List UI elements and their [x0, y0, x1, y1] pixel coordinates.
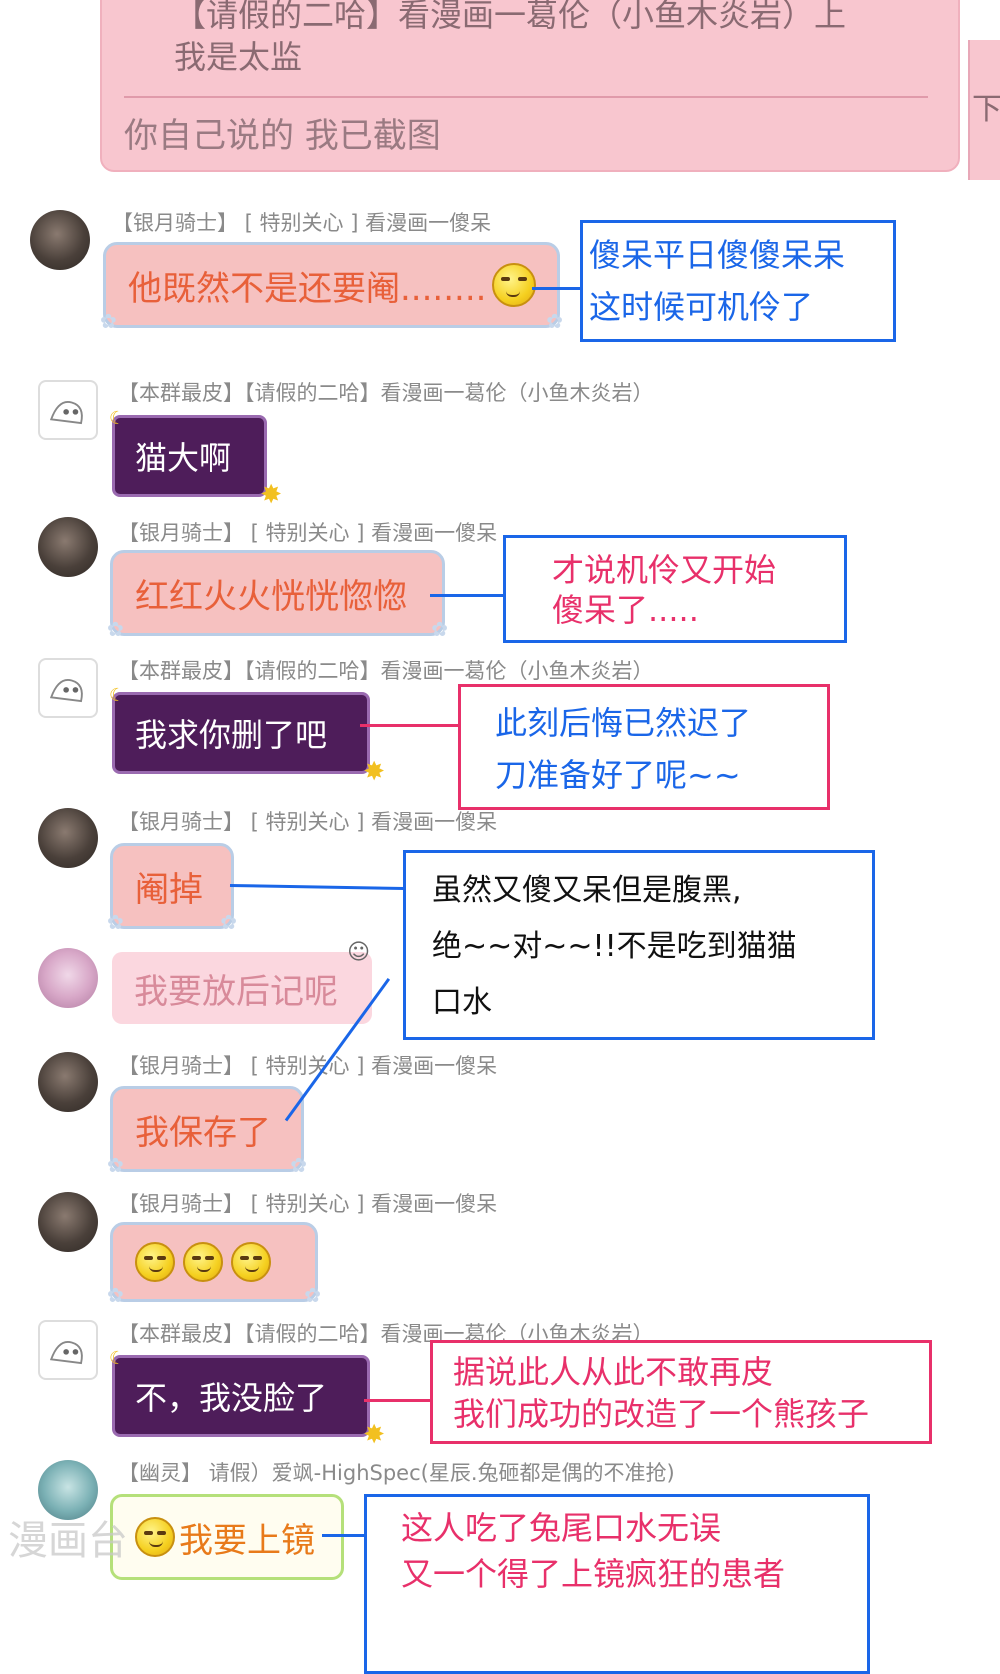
avatar[interactable] — [38, 380, 98, 440]
adjacent-bubble-char: 下 — [972, 92, 1000, 127]
annotation-line: 这时候可机伶了 — [589, 288, 814, 326]
message-text: 不，我没脸了 — [135, 1379, 328, 1417]
sender-name: 【银月骑士】 [ 特别关心 ] 看漫画一傻呆 — [118, 1054, 498, 1078]
avatar[interactable] — [38, 658, 98, 718]
avatar[interactable] — [38, 1052, 98, 1112]
message-bubble[interactable]: 我要上镜 — [110, 1494, 344, 1580]
connector-line — [364, 1399, 430, 1402]
quote-divider — [124, 96, 928, 98]
avatar[interactable] — [30, 210, 90, 270]
connector-line — [532, 287, 580, 290]
annotation-line: 傻呆了..... — [552, 591, 699, 629]
bunny-corner-icon: ✿ — [304, 1283, 321, 1307]
avatar[interactable] — [38, 1192, 98, 1252]
connector-line — [322, 1534, 364, 1537]
message-bubble[interactable]: 他既然不是还要阉........ ✿ ✿ — [100, 242, 563, 333]
sender-name: 【银月骑士】 [ 特别关心 ] 看漫画一傻呆 — [118, 1192, 498, 1216]
sticker-icon: ☺ — [347, 940, 370, 965]
smiley-face-icon — [135, 1242, 175, 1282]
message-bubble[interactable]: 猫大啊 ☾ ✸ — [109, 408, 282, 510]
bunny-corner-icon: ✿ — [107, 910, 124, 934]
annotation-box: 据说此人从此不敢再皮 我们成功的改造了一个熊孩子 — [430, 1340, 932, 1444]
bunny-corner-icon: ✿ — [220, 910, 237, 934]
moon-icon: ☾ — [109, 685, 126, 706]
annotation-box: 虽然又傻又呆但是腹黑, 绝~~对~~!!不是吃到猫猫 口水 — [403, 850, 875, 1040]
annotation-line: 虽然又傻又呆但是腹黑, — [432, 873, 742, 908]
avatar[interactable] — [38, 948, 98, 1008]
annotation-box: 此刻后悔已然迟了 刀准备好了呢~~ — [458, 684, 830, 810]
message-text: 猫大啊 — [135, 439, 232, 477]
sender-name: 【银月骑士】 [ 特别关心 ] 看漫画一傻呆 — [112, 211, 492, 235]
annotation-line: 绝~~对~~!!不是吃到猫猫 — [432, 929, 797, 964]
bunny-corner-icon: ✿ — [107, 617, 124, 641]
annotation-line: 又一个得了上镜疯狂的患者 — [401, 1555, 786, 1593]
laughing-face-icon — [135, 1517, 175, 1557]
sender-name: 【本群最皮】【请假的二哈】看漫画一葛伦（小鱼木炎岩） — [118, 659, 654, 683]
message-bubble[interactable]: 不，我没脸了 ☾ ✸ — [109, 1348, 385, 1450]
smiley-face-icon — [231, 1242, 271, 1282]
message-text: 红红火火恍恍惚惚 — [135, 576, 407, 617]
message-bubble[interactable]: ✿ ✿ — [107, 1222, 321, 1307]
quoted-message-text: 我是太监 — [174, 38, 303, 76]
moon-icon: ☾ — [109, 1348, 126, 1369]
annotation-line: 此刻后悔已然迟了 — [495, 704, 752, 742]
star-icon: ✸ — [363, 757, 385, 787]
message-text: 他既然不是还要阉........ — [128, 268, 487, 309]
bunny-corner-icon: ✿ — [107, 1283, 124, 1307]
smiley-face-icon — [183, 1242, 223, 1282]
smiley-face-icon — [492, 263, 537, 307]
quoted-message-header: 【请假的二哈】看漫画一葛伦（小鱼木炎岩）上 — [174, 0, 847, 34]
adjacent-bubble-edge: 下 — [968, 40, 1000, 180]
watermark: 漫画台 — [8, 1518, 128, 1564]
message-text: 我要放后记呢 — [134, 971, 338, 1012]
message-bubble[interactable]: 我求你删了吧 ☾ ✸ — [109, 685, 385, 787]
avatar[interactable] — [38, 1320, 98, 1380]
star-icon: ✸ — [363, 1420, 385, 1450]
quote-reply-text: 你自己说的 我已截图 — [124, 116, 441, 156]
message-text: 我要上镜 — [179, 1520, 315, 1561]
sender-name: 【银月骑士】 [ 特别关心 ] 看漫画一傻呆 — [118, 521, 498, 545]
quoted-message-bubble: 【请假的二哈】看漫画一葛伦（小鱼木炎岩）上 我是太监 你自己说的 我已截图 — [100, 0, 960, 172]
connector-line — [229, 884, 404, 891]
bunny-corner-icon: ✿ — [107, 1153, 124, 1177]
annotation-line: 我们成功的改造了一个熊孩子 — [453, 1395, 870, 1433]
annotation-box: 傻呆平日傻傻呆呆 这时候可机伶了 — [580, 220, 896, 342]
bunny-corner-icon: ✿ — [431, 617, 448, 641]
connector-line — [430, 594, 503, 597]
message-bubble[interactable]: 我要放后记呢 ☺ — [112, 940, 372, 1024]
message-bubble[interactable]: 我保存了 ✿ ✿ — [107, 1086, 307, 1177]
message-bubble[interactable]: 阉掉 ✿ ✿ — [107, 843, 237, 934]
annotation-line: 口水 — [432, 985, 492, 1020]
annotation-line: 刀准备好了呢~~ — [495, 756, 741, 794]
sender-name: 【本群最皮】【请假的二哈】看漫画一葛伦（小鱼木炎岩） — [118, 381, 654, 405]
annotation-line: 才说机伶又开始 — [552, 551, 777, 589]
annotation-line: 据说此人从此不敢再皮 — [453, 1353, 774, 1391]
annotation-line: 这人吃了兔尾口水无误 — [401, 1509, 722, 1547]
annotation-box: 这人吃了兔尾口水无误 又一个得了上镜疯狂的患者 — [364, 1494, 870, 1674]
connector-line — [360, 724, 458, 727]
bunny-corner-icon: ✿ — [546, 309, 563, 333]
moon-icon: ☾ — [109, 408, 126, 429]
message-text: 我保存了 — [135, 1112, 271, 1153]
bunny-corner-icon: ✿ — [290, 1153, 307, 1177]
star-icon: ✸ — [260, 480, 282, 510]
annotation-line: 傻呆平日傻傻呆呆 — [589, 236, 846, 274]
sender-name: 【幽灵】 请假）爱飒-HighSpec(星辰.兔砸都是偶的不准抢) — [118, 1461, 675, 1485]
avatar[interactable] — [38, 517, 98, 577]
annotation-box: 才说机伶又开始 傻呆了..... — [503, 535, 847, 643]
message-bubble[interactable]: 红红火火恍恍惚惚 ✿ ✿ — [107, 550, 448, 641]
avatar[interactable] — [38, 808, 98, 868]
message-text: 阉掉 — [135, 869, 203, 910]
bunny-corner-icon: ✿ — [100, 309, 117, 333]
message-text: 我求你删了吧 — [135, 716, 328, 754]
sender-name: 【银月骑士】 [ 特别关心 ] 看漫画一傻呆 — [118, 810, 498, 834]
